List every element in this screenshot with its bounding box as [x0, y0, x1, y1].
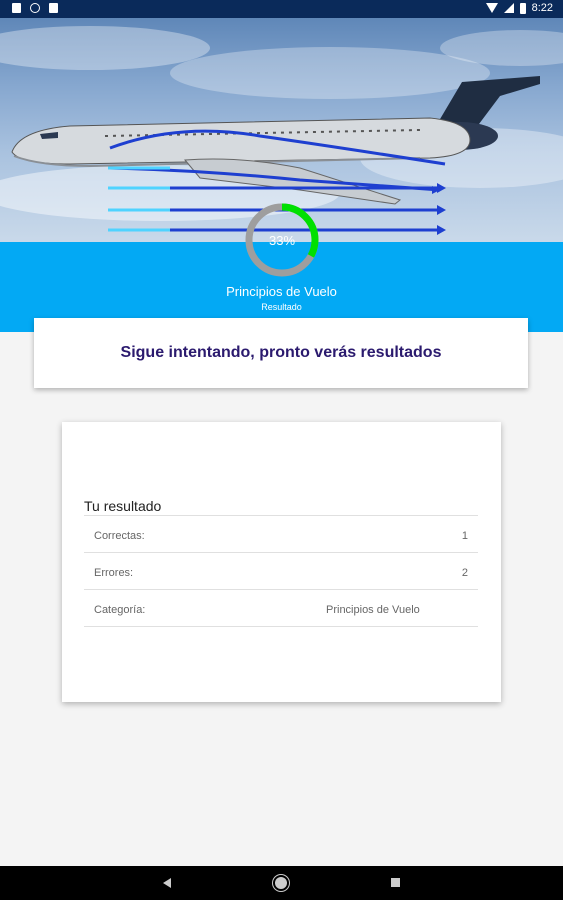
- result-row-value: 2: [461, 567, 468, 579]
- home-icon[interactable]: [275, 877, 287, 889]
- result-table: Correctas: 1 Errores: 2 Categoría: Princ…: [84, 515, 478, 627]
- feedback-message-card: Sigue intentando, pronto verás resultado…: [34, 318, 528, 388]
- result-title: Tu resultado: [84, 498, 162, 514]
- sync-icon: [30, 3, 40, 13]
- category-subtitle: Resultado: [261, 302, 302, 312]
- result-row-correct: Correctas: 1: [84, 515, 478, 552]
- system-nav-bar: [0, 866, 563, 900]
- feedback-message: Sigue intentando, pronto verás resultado…: [120, 344, 442, 361]
- category-title: Principios de Vuelo: [226, 284, 337, 299]
- recents-icon[interactable]: [391, 878, 400, 887]
- result-row-errors: Errores: 2: [84, 552, 478, 589]
- result-card: Tu resultado Correctas: 1 Errores: 2 Cat…: [62, 422, 501, 702]
- result-row-label: Categoría:: [94, 604, 146, 616]
- result-row-value: Principios de Vuelo: [326, 604, 420, 616]
- signal-icon: [503, 3, 514, 13]
- result-row-label: Errores:: [94, 567, 134, 579]
- status-time: 8:22: [531, 2, 553, 14]
- file-icon: [49, 3, 58, 13]
- result-row-label: Correctas:: [94, 530, 145, 542]
- notification-icon: [12, 3, 21, 13]
- wifi-icon: [485, 3, 498, 13]
- status-bar: 8:22: [0, 0, 563, 18]
- result-row-category: Categoría: Principios de Vuelo: [84, 589, 478, 627]
- result-row-value: 1: [461, 530, 468, 542]
- battery-icon: [519, 2, 526, 14]
- back-icon[interactable]: [163, 878, 171, 888]
- progress-percent-label: 33%: [268, 232, 296, 248]
